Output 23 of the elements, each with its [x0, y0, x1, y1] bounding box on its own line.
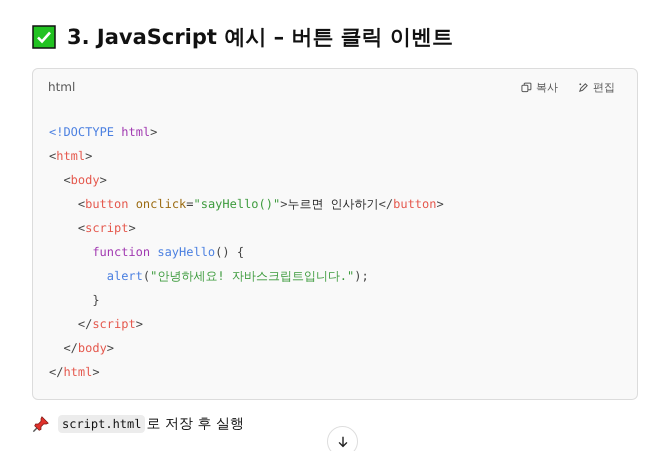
inline-code: script.html: [58, 415, 146, 433]
check-mark-icon: [32, 25, 56, 49]
edit-button[interactable]: 편집: [578, 80, 615, 94]
language-label: html: [48, 80, 76, 94]
code-line: alert("안녕하세요! 자바스크립트입니다.");: [106, 268, 369, 285]
code-line: <script>: [78, 220, 136, 237]
section-heading: 3. JavaScript 예시 – 버튼 클릭 이벤트: [67, 24, 453, 51]
copy-button[interactable]: 복사: [521, 80, 558, 94]
copy-icon: [521, 82, 532, 92]
scroll-down-button[interactable]: [327, 426, 358, 451]
code-line: </script>: [78, 316, 143, 333]
code-line: <!DOCTYPE html>: [49, 124, 158, 141]
pushpin-icon: [32, 415, 50, 433]
code-line: function sayHello() {: [92, 244, 244, 261]
code-line: }: [92, 292, 100, 309]
note-text: 로 저장 후 실행: [146, 415, 244, 433]
code-line: </body>: [63, 340, 114, 357]
code-line: </html>: [49, 364, 100, 381]
down-arrow-icon: [336, 434, 350, 448]
code-line: <html>: [49, 148, 92, 165]
code-line: <button onclick="sayHello()">누르면 인사하기</button>: [78, 196, 444, 213]
pencil-icon: [578, 82, 589, 92]
code-line: <body>: [63, 172, 107, 189]
